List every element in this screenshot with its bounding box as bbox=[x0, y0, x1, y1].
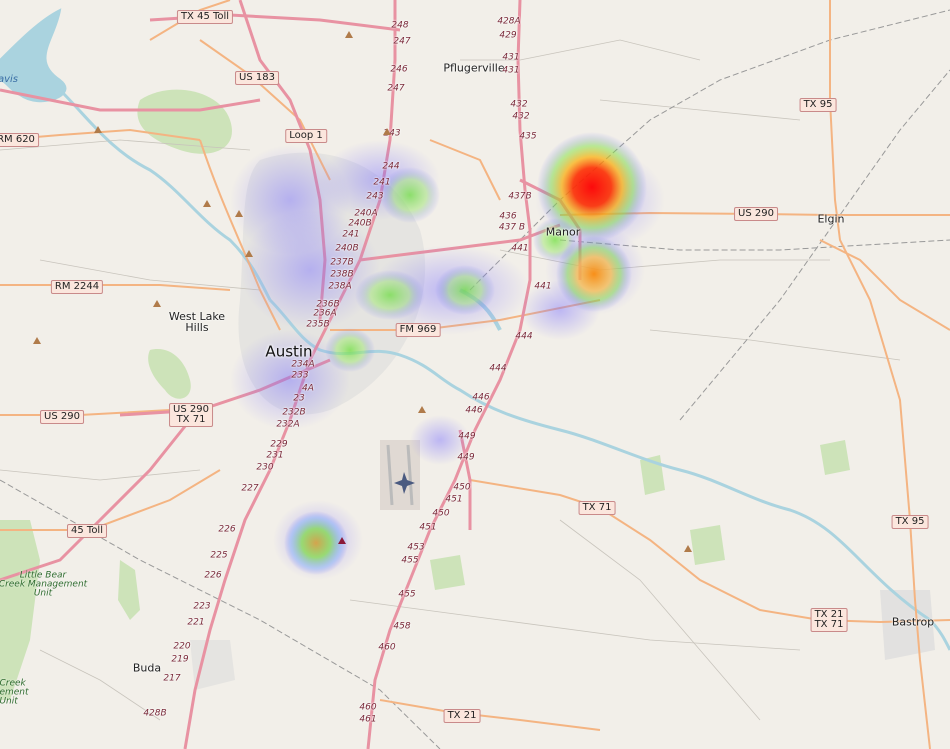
shield-loop1: Loop 1 bbox=[285, 129, 327, 143]
exit-number: 238A bbox=[328, 281, 352, 292]
exit-number: 219 bbox=[171, 654, 189, 665]
exit-number: 455 bbox=[401, 555, 419, 566]
exit-number: 23 bbox=[293, 393, 305, 404]
exit-number: 230 bbox=[256, 462, 274, 473]
exit-number: 428B bbox=[143, 708, 167, 719]
exit-number: 217 bbox=[163, 673, 181, 684]
exit-number: 450 bbox=[432, 508, 450, 519]
exit-number: 232B bbox=[282, 407, 306, 418]
shield-us290-tx71: US 290 TX 71 bbox=[169, 403, 213, 427]
exit-number: 238B bbox=[330, 269, 354, 280]
exit-number: 436 bbox=[499, 211, 517, 222]
minor-roads bbox=[0, 39, 901, 721]
exit-number: 437 B bbox=[498, 222, 526, 233]
exit-number: 429 bbox=[499, 30, 517, 41]
shield-us290-east: US 290 bbox=[734, 207, 778, 221]
exit-number: 241 bbox=[373, 177, 391, 188]
exit-number: 226 bbox=[204, 570, 222, 581]
exit-number: 235B bbox=[306, 319, 330, 330]
exit-number: 225 bbox=[210, 550, 228, 561]
exit-number: 241 bbox=[342, 229, 360, 240]
shield-us183: US 183 bbox=[235, 71, 279, 85]
exit-number: 243 bbox=[383, 128, 401, 139]
exit-number: 231 bbox=[266, 450, 284, 461]
exit-number: 244 bbox=[382, 161, 400, 172]
exit-number: 233 bbox=[291, 370, 309, 381]
exit-number: 232A bbox=[276, 419, 300, 430]
exit-number: 246 bbox=[390, 64, 408, 75]
exit-number: 226 bbox=[218, 524, 236, 535]
shield-tx71-east: TX 71 bbox=[578, 501, 616, 515]
place-austin: Austin bbox=[265, 342, 313, 361]
exit-number: 240A bbox=[354, 208, 378, 219]
exit-number: 240B bbox=[348, 218, 372, 229]
place-buda: Buda bbox=[132, 661, 162, 675]
shield-fm969: FM 969 bbox=[395, 323, 441, 337]
exit-number: 446 bbox=[472, 392, 490, 403]
exit-number: 236A bbox=[313, 308, 337, 319]
exit-number: 234A bbox=[291, 359, 315, 370]
exit-number: 243 bbox=[366, 191, 384, 202]
exit-number: 444 bbox=[515, 331, 533, 342]
exit-number: 446 bbox=[465, 405, 483, 416]
shield-us290-west: US 290 bbox=[40, 410, 84, 424]
shield-rm2244: RM 2244 bbox=[50, 280, 104, 294]
shield-tx21-south: TX 21 bbox=[443, 709, 481, 723]
exit-number: 460 bbox=[359, 702, 377, 713]
shield-tx95-north: TX 95 bbox=[799, 98, 837, 112]
shield-tx21-tx71: TX 21 TX 71 bbox=[810, 608, 848, 632]
exit-number: 451 bbox=[419, 522, 437, 533]
exit-number: 449 bbox=[457, 452, 475, 463]
exit-number: 450 bbox=[453, 482, 471, 493]
exit-number: 453 bbox=[407, 542, 425, 553]
shield-tx95-south: TX 95 bbox=[891, 515, 929, 529]
place-west-lake-hills: West Lake Hills bbox=[168, 310, 226, 334]
exit-number: 247 bbox=[393, 36, 411, 47]
place-elgin: Elgin bbox=[817, 212, 845, 226]
exit-number: 247 bbox=[387, 83, 405, 94]
green-areas bbox=[0, 89, 850, 700]
place-manor: Manor bbox=[545, 225, 581, 239]
exit-number: 432 bbox=[510, 99, 528, 110]
exit-number: 432 bbox=[512, 111, 530, 122]
exit-number: 437B bbox=[508, 191, 532, 202]
exit-number: 458 bbox=[393, 621, 411, 632]
park-creek-partial: Creek ement Unit bbox=[0, 678, 29, 707]
park-little-bear-creek: Little Bear Creek Management Unit bbox=[0, 570, 88, 599]
exit-number: 227 bbox=[241, 483, 259, 494]
exit-number: 441 bbox=[534, 281, 552, 292]
exit-number: 240B bbox=[335, 243, 359, 254]
exit-number: 449 bbox=[458, 431, 476, 442]
exit-number: 455 bbox=[398, 589, 416, 600]
exit-number: 248 bbox=[391, 20, 409, 31]
exit-number: 451 bbox=[445, 494, 463, 505]
exit-number: 4A bbox=[302, 383, 314, 394]
exit-number: 229 bbox=[270, 439, 288, 450]
shield-rm620: RM 620 bbox=[0, 133, 39, 147]
place-bastrop: Bastrop bbox=[891, 615, 935, 629]
exit-number: 431 bbox=[502, 65, 520, 76]
exit-number: 220 bbox=[173, 641, 191, 652]
exit-number: 223 bbox=[193, 601, 211, 612]
exit-number: 431 bbox=[502, 52, 520, 63]
water-label-lake-travis: avis bbox=[0, 74, 19, 85]
exit-number: 221 bbox=[187, 617, 205, 628]
shield-45-toll-south: 45 Toll bbox=[67, 524, 107, 538]
exit-number: 428A bbox=[497, 16, 521, 27]
exit-number: 444 bbox=[489, 363, 507, 374]
place-pflugerville: Pflugerville bbox=[443, 61, 505, 75]
exit-number: 461 bbox=[359, 714, 377, 725]
exit-number: 441 bbox=[511, 243, 529, 254]
exit-number: 460 bbox=[378, 642, 396, 653]
shield-tx45-toll-north: TX 45 Toll bbox=[176, 10, 234, 24]
exit-number: 237B bbox=[330, 257, 354, 268]
airport bbox=[380, 440, 420, 510]
map-view[interactable]: Pflugerville Manor Elgin West Lake Hills… bbox=[0, 0, 950, 749]
exit-number: 435 bbox=[519, 131, 537, 142]
basemap bbox=[0, 0, 950, 749]
